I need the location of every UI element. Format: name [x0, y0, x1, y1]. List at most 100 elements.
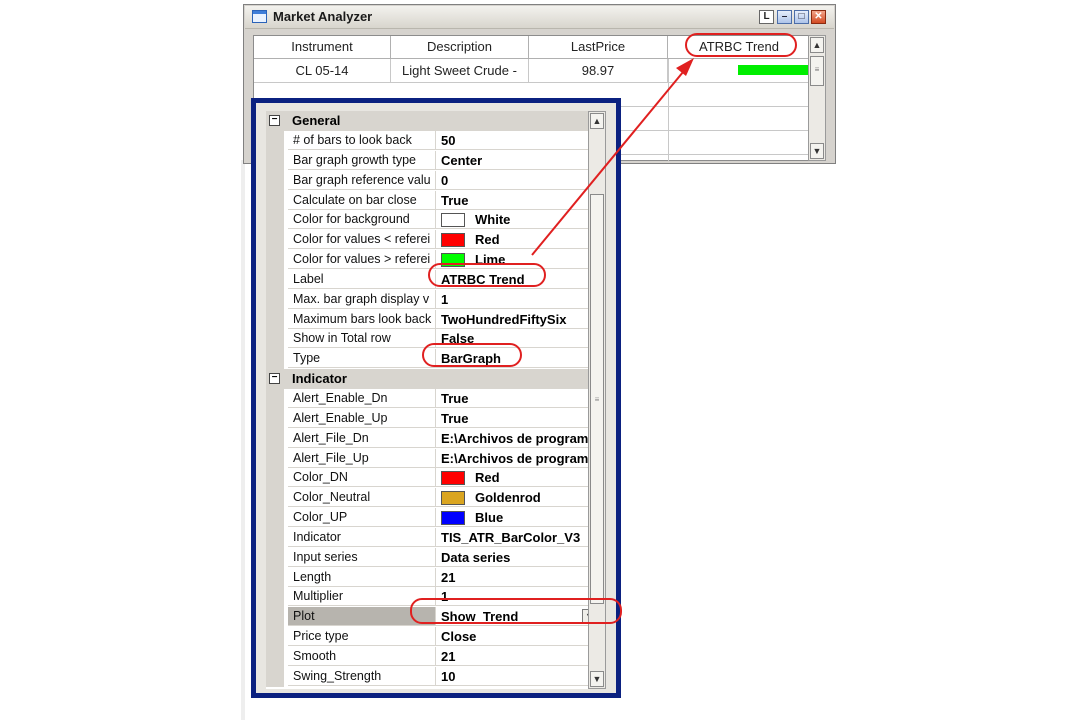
- property-value[interactable]: Red: [436, 468, 599, 488]
- property-row-indicator[interactable]: Indicator TIS_ATR_BarColor_V3: [266, 527, 599, 548]
- property-value-text: Blue: [475, 510, 504, 526]
- maximize-button[interactable]: □: [794, 10, 809, 24]
- row-margin: [266, 269, 284, 290]
- row-margin: [266, 349, 284, 370]
- property-value[interactable]: 1: [436, 290, 599, 309]
- property-name: Color for values < referei: [288, 230, 436, 250]
- property-row-maximum-bars-look-back[interactable]: Maximum bars look back TwoHundredFiftySix: [266, 309, 599, 330]
- title-bar[interactable]: Market Analyzer L – □ ✕: [245, 6, 834, 29]
- property-value[interactable]: True: [436, 389, 599, 409]
- property-row-color-for-background[interactable]: Color for background White: [266, 210, 599, 231]
- property-row-smooth[interactable]: Smooth 21: [266, 647, 599, 667]
- row-margin: [266, 666, 284, 687]
- property-value[interactable]: E:\Archivos de program: [436, 449, 599, 468]
- row-margin: [266, 190, 284, 211]
- property-value[interactable]: Close: [436, 627, 599, 647]
- property-row-color-dn[interactable]: Color_DN Red: [266, 468, 599, 489]
- layout-button[interactable]: L: [759, 10, 774, 24]
- property-value-text: E:\Archivos de program: [441, 450, 589, 466]
- property-value[interactable]: 0: [436, 171, 599, 190]
- property-value[interactable]: 21: [436, 568, 599, 587]
- property-value[interactable]: 50: [436, 131, 599, 150]
- property-name: Max. bar graph display v: [288, 289, 436, 309]
- property-name: Bar graph growth type: [288, 150, 436, 170]
- window-app-icon: [252, 10, 267, 23]
- property-row-calculate-on-bar-close[interactable]: Calculate on bar close True: [266, 190, 599, 211]
- color-swatch: [441, 511, 465, 526]
- collapse-icon[interactable]: −: [269, 373, 280, 385]
- property-value-text: Goldenrod: [475, 490, 541, 506]
- row-margin: [266, 309, 284, 330]
- property-value[interactable]: TIS_ATR_BarColor_V3: [436, 528, 599, 547]
- scroll-down-button[interactable]: ▼: [810, 143, 824, 159]
- grid-scrollbar[interactable]: ▲ ≡ ▼: [808, 35, 826, 161]
- minimize-button[interactable]: –: [777, 10, 792, 24]
- property-row-bar-graph-reference-valu[interactable]: Bar graph reference valu 0: [266, 170, 599, 191]
- property-name: Alert_Enable_Up: [288, 408, 436, 428]
- property-value[interactable]: 21: [436, 647, 599, 666]
- category-general[interactable]: − General: [266, 111, 599, 131]
- property-row-alert-file-dn[interactable]: Alert_File_Dn E:\Archivos de program: [266, 428, 599, 449]
- property-value-text: 0: [441, 172, 449, 188]
- property-row-color-up[interactable]: Color_UP Blue: [266, 508, 599, 529]
- column-divider: [668, 59, 669, 161]
- property-value-text: TwoHundredFiftySix: [441, 311, 567, 327]
- property-name: Color_DN: [288, 468, 436, 488]
- cell-instrument: CL 05-14: [254, 59, 391, 82]
- property-name: Swing_Strength: [288, 666, 436, 686]
- property-name: Color_UP: [288, 508, 436, 528]
- property-row-color-for-values-referei[interactable]: Color for values < referei Red: [266, 230, 599, 251]
- property-value[interactable]: True: [436, 191, 599, 210]
- property-row-input-series[interactable]: Input series Data series: [266, 547, 599, 568]
- property-value-text: True: [441, 391, 469, 407]
- property-row-alert-enable-up[interactable]: Alert_Enable_Up True: [266, 408, 599, 429]
- property-value[interactable]: E:\Archivos de program: [436, 429, 599, 448]
- row-margin: [266, 607, 284, 628]
- column-header-lastprice[interactable]: LastPrice: [529, 36, 668, 58]
- property-value[interactable]: 10: [436, 667, 599, 686]
- property-value[interactable]: Red: [436, 230, 599, 250]
- color-swatch: [441, 233, 465, 248]
- column-header-instrument[interactable]: Instrument: [254, 36, 391, 58]
- highlight-oval-label: [428, 263, 546, 287]
- scroll-down-button[interactable]: ▼: [590, 671, 604, 687]
- property-row-alert-file-up[interactable]: Alert_File_Up E:\Archivos de program: [266, 448, 599, 469]
- column-header-description[interactable]: Description: [391, 36, 529, 58]
- property-value-text: TIS_ATR_BarColor_V3: [441, 529, 581, 545]
- property-value-text: Data series: [441, 549, 511, 565]
- property-value[interactable]: Blue: [436, 508, 599, 528]
- row-margin: [266, 647, 284, 667]
- scroll-thumb[interactable]: ≡: [810, 56, 824, 86]
- close-button[interactable]: ✕: [811, 10, 826, 24]
- scroll-thumb[interactable]: ≡: [590, 194, 604, 604]
- property-value[interactable]: TwoHundredFiftySix: [436, 310, 599, 329]
- property-value[interactable]: Goldenrod: [436, 488, 599, 508]
- scroll-up-button[interactable]: ▲: [810, 37, 824, 53]
- property-name: Alert_Enable_Dn: [288, 389, 436, 409]
- property-row-alert-enable-dn[interactable]: Alert_Enable_Dn True: [266, 389, 599, 410]
- property-row-bar-graph-growth-type[interactable]: Bar graph growth type Center: [266, 150, 599, 171]
- property-row-max-bar-graph-display-v[interactable]: Max. bar graph display v 1: [266, 289, 599, 310]
- category-indicator[interactable]: − Indicator: [266, 369, 599, 390]
- collapse-icon[interactable]: −: [269, 115, 280, 126]
- trend-bar: [738, 65, 808, 75]
- property-name: Alert_File_Dn: [288, 428, 436, 448]
- row-margin: [266, 210, 284, 231]
- scroll-up-button[interactable]: ▲: [590, 113, 604, 129]
- category-label: Indicator: [292, 371, 347, 387]
- property-row-swing-strength[interactable]: Swing_Strength 10: [266, 666, 599, 687]
- property-value[interactable]: True: [436, 409, 599, 428]
- property-value-text: White: [475, 212, 511, 228]
- table-row[interactable]: CL 05-14 Light Sweet Crude - 98.97: [254, 59, 808, 83]
- property-row-price-type[interactable]: Price type Close: [266, 627, 599, 648]
- property-value[interactable]: Center: [436, 151, 599, 170]
- row-margin: [266, 468, 284, 489]
- highlight-oval-column: [685, 33, 797, 57]
- property-value[interactable]: White: [436, 210, 599, 230]
- property-row-color-neutral[interactable]: Color_Neutral Goldenrod: [266, 488, 599, 509]
- property-value[interactable]: Data series: [436, 548, 599, 567]
- property-row-of-bars-to-look-back[interactable]: # of bars to look back 50: [266, 131, 599, 151]
- property-row-length[interactable]: Length 21: [266, 567, 599, 588]
- category-label: General: [292, 113, 341, 128]
- row-margin: [266, 508, 284, 529]
